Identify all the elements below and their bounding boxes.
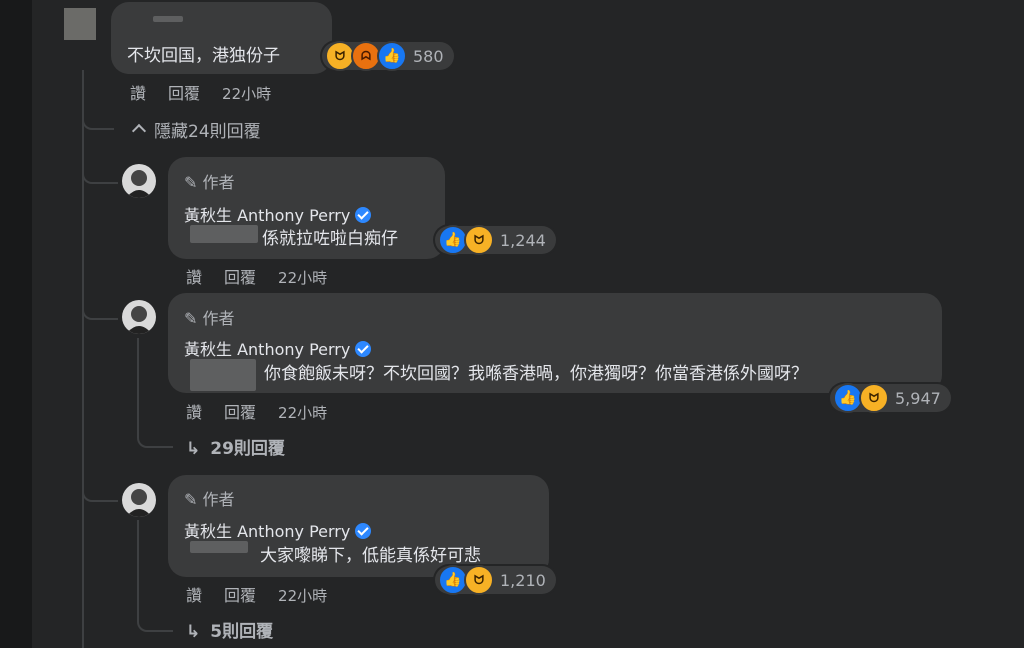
top-comment-reactions[interactable]: ᗢ ᗣ 👍 580 [322,41,454,71]
reply-button[interactable]: 回覆 [168,84,200,103]
mention-redacted[interactable] [190,359,256,391]
pencil-icon: ✎ [184,490,203,509]
verified-badge-icon [355,341,372,357]
reply-button[interactable]: 回覆 [224,403,256,422]
reply-1-reactions[interactable]: 👍 ᗢ 1,244 [435,225,556,255]
chevron-up-icon [131,123,147,139]
thread-elbow-reply-1 [82,166,118,184]
mention-redacted[interactable] [190,225,258,243]
thread-line-reply-2 [137,338,139,428]
comment-time[interactable]: 22小時 [278,269,327,287]
reaction-count: 1,210 [500,570,546,590]
thread-elbow-view-29 [137,420,173,448]
top-comment-bubble: 不坎回国，港独份子 [111,2,332,74]
comment-time[interactable]: 22小時 [278,587,327,605]
hide-replies-button[interactable]: 隱藏24則回覆 [131,117,261,142]
haha-reaction-icon: ᗢ [464,565,494,595]
view-replies-button[interactable]: ↳ 5則回覆 [186,617,273,642]
author-avatar[interactable] [122,300,156,334]
mention-redacted[interactable] [190,541,248,553]
pencil-icon: ✎ [184,309,203,328]
top-comment-text: 不坎回国，港独份子 [127,46,280,66]
reply-1-actions: 讚 回覆 22小時 [186,264,349,288]
top-comment-actions: 讚 回覆 22小時 [130,80,293,104]
hide-replies-label: 隱藏24則回覆 [154,122,261,142]
reply-button[interactable]: 回覆 [224,586,256,605]
thread-line-reply-3 [137,520,139,612]
like-button[interactable]: 讚 [186,586,202,605]
view-replies-button[interactable]: ↳ 29則回覆 [186,434,285,459]
author-badge: ✎ 作者 [184,309,235,328]
reply-2-text: 你食飽飯未呀？不坎回國？我喺香港喎，你港獨呀？你當香港係外國呀？ [264,364,808,384]
author-avatar[interactable] [122,483,156,517]
reply-2-reactions[interactable]: 👍 ᗢ 5,947 [830,383,951,413]
verified-badge-icon [355,207,372,223]
reply-arrow-icon: ↳ [186,622,201,642]
verified-badge-icon [355,523,372,539]
author-badge: ✎ 作者 [184,490,235,509]
like-button[interactable]: 讚 [186,268,202,287]
reply-3-bubble: ✎ 作者 黃秋生 Anthony Perry 大家嚟睇下，低能真係好可悲 [168,475,549,577]
thread-elbow-reply-3 [82,484,118,502]
thread-line-main [82,70,84,648]
author-badge: ✎ 作者 [184,173,235,192]
like-reaction-icon: 👍 [377,41,407,71]
haha-reaction-icon: ᗢ [859,383,889,413]
haha-reaction-icon: ᗢ [464,225,494,255]
author-name[interactable]: 黃秋生 Anthony Perry [184,202,372,226]
comment-time[interactable]: 22小時 [222,85,271,103]
reaction-count: 1,244 [500,230,546,250]
reply-3-text: 大家嚟睇下，低能真係好可悲 [260,546,481,566]
thread-elbow-view-5 [137,604,173,632]
reply-button[interactable]: 回覆 [224,268,256,287]
reply-2-bubble: ✎ 作者 黃秋生 Anthony Perry 你食飽飯未呀？不坎回國？我喺香港喎… [168,293,942,393]
author-avatar[interactable] [122,164,156,198]
author-name[interactable]: 黃秋生 Anthony Perry [184,336,372,360]
reply-3-reactions[interactable]: 👍 ᗢ 1,210 [435,565,556,595]
thread-elbow-reply-2 [82,302,118,320]
reply-arrow-icon: ↳ [186,439,201,459]
reply-1-bubble: ✎ 作者 黃秋生 Anthony Perry 係就拉咗啦白痴仔 [168,157,445,259]
reply-2-actions: 讚 回覆 22小時 [186,399,349,423]
like-button[interactable]: 讚 [130,84,146,103]
reaction-count: 580 [413,46,444,66]
view-replies-label: 29則回覆 [210,439,285,459]
reply-3-actions: 讚 回覆 22小時 [186,582,349,606]
commenter-avatar-redacted[interactable] [64,8,96,40]
view-replies-label: 5則回覆 [210,622,274,642]
commenter-name-redacted[interactable] [153,16,183,22]
pencil-icon: ✎ [184,173,203,192]
comment-time[interactable]: 22小時 [278,404,327,422]
like-button[interactable]: 讚 [186,403,202,422]
thread-elbow-hide [82,112,114,130]
reply-1-text: 係就拉咗啦白痴仔 [262,229,398,249]
author-name[interactable]: 黃秋生 Anthony Perry [184,518,372,542]
reaction-count: 5,947 [895,388,941,408]
